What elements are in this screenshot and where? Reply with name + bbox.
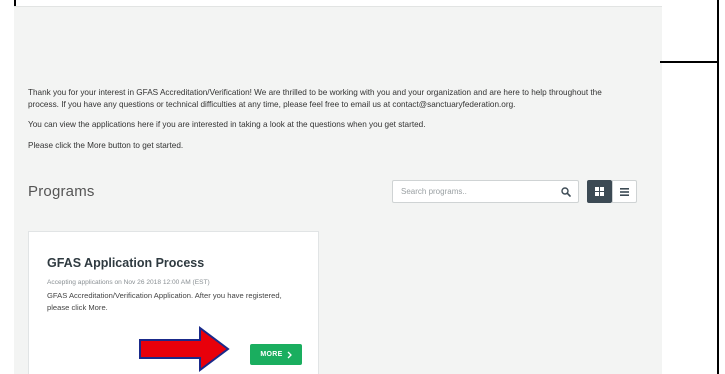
program-card-title: GFAS Application Process [47, 256, 205, 270]
red-arrow-annotation [139, 326, 230, 372]
intro-text: Thank you for your interest in GFAS Accr… [28, 87, 628, 160]
programs-heading: Programs [28, 183, 95, 200]
intro-paragraph-view: You can view the applications here if yo… [28, 120, 426, 129]
more-button-label: MORE [260, 351, 283, 358]
list-view-button[interactable] [612, 180, 637, 203]
grid-icon [595, 187, 604, 196]
search-button[interactable] [554, 181, 578, 202]
intro-paragraph-welcome: Thank you for your interest in GFAS Accr… [28, 88, 602, 109]
intro-paragraph-start: Please click the More button to get star… [28, 140, 184, 150]
frame-divider-right [660, 61, 719, 63]
more-button[interactable]: MORE [250, 344, 302, 365]
program-card-availability: Accepting applications on Nov 26 2018 12… [47, 279, 210, 286]
list-icon [620, 187, 629, 196]
arrow-shape [139, 326, 230, 372]
chevron-right-icon [287, 351, 292, 358]
search-box [392, 180, 579, 203]
grid-view-button[interactable] [587, 180, 612, 203]
program-page: Thank you for your interest in GFAS Accr… [14, 6, 662, 374]
search-icon [561, 186, 571, 197]
program-card-description: GFAS Accreditation/Verification Applicat… [47, 291, 282, 312]
search-input[interactable] [393, 181, 543, 202]
